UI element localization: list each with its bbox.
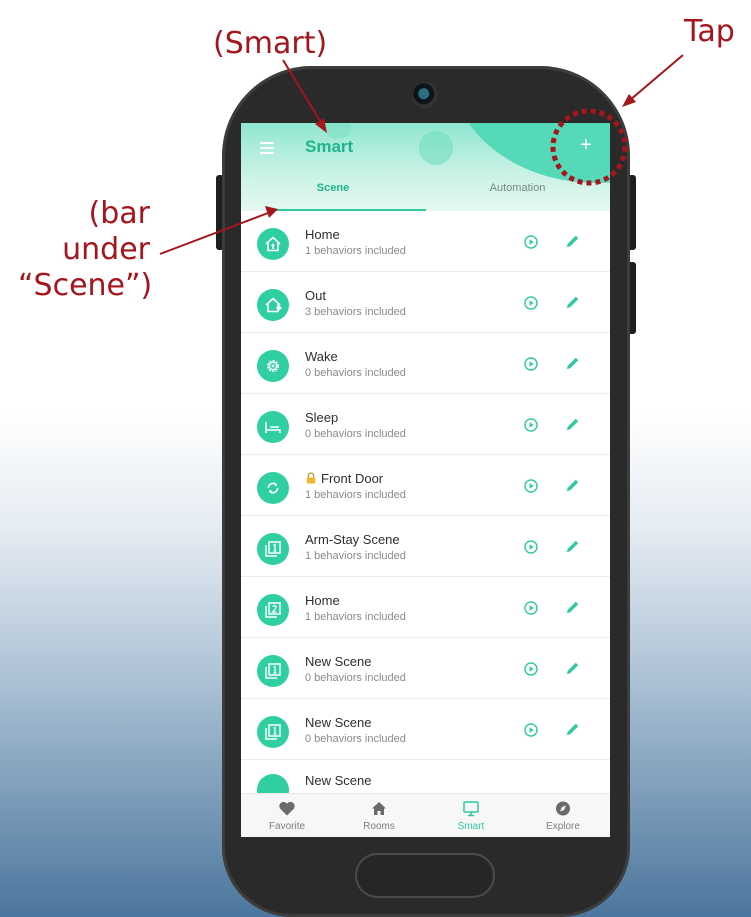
tab-automation[interactable]: Automation [425, 182, 610, 194]
annotation-smart: (Smart) [213, 26, 328, 61]
scene-row[interactable]: New Scene 0 behaviors included [241, 699, 610, 760]
play-icon[interactable] [524, 296, 538, 310]
scene-row[interactable]: Home 1 behaviors included [241, 577, 610, 638]
add-scene-button[interactable]: + [580, 133, 592, 157]
annotation-line: under [62, 232, 150, 267]
play-icon[interactable] [524, 235, 538, 249]
camera-icon [412, 82, 438, 108]
layers-1-icon [257, 533, 289, 565]
monitor-icon [463, 801, 479, 817]
scene-name: Arm-Stay Scene [305, 532, 400, 547]
nav-smart[interactable]: Smart [425, 794, 517, 837]
scene-name: New Scene [305, 715, 372, 730]
scene-name-text: Front Door [321, 471, 384, 486]
annotation-bar-under-scene: (bar under “Scene”) [18, 196, 153, 304]
scene-name: New Scene [305, 654, 372, 669]
lock-icon [306, 472, 316, 484]
scene-name: Front Door [305, 471, 383, 486]
app-header: Smart + Scene Automation [241, 123, 610, 211]
annotation-line: (bar [88, 196, 150, 231]
play-icon[interactable] [524, 357, 538, 371]
play-icon[interactable] [524, 418, 538, 432]
edit-pencil-icon[interactable] [565, 355, 581, 371]
scene-row[interactable]: Front Door 1 behaviors included [241, 455, 610, 516]
nav-label: Favorite [268, 821, 306, 832]
play-icon[interactable] [524, 601, 538, 615]
edit-pencil-icon[interactable] [565, 660, 581, 676]
layers-1-icon [257, 716, 289, 748]
scene-row[interactable]: Home 1 behaviors included [241, 211, 610, 272]
scene-row[interactable]: Out 3 behaviors included [241, 272, 610, 333]
bed-icon [257, 411, 289, 443]
edit-pencil-icon[interactable] [565, 599, 581, 615]
home-key[interactable] [355, 853, 495, 898]
scene-name: Home [305, 227, 340, 242]
scene-behaviors: 0 behaviors included [305, 672, 406, 684]
scene-name: Home [305, 593, 340, 608]
app-screen: Smart + Scene Automation Home 1 behavior… [241, 123, 610, 837]
annotation-line: “Scene”) [18, 268, 153, 303]
edit-pencil-icon[interactable] [565, 538, 581, 554]
scene-behaviors: 1 behaviors included [305, 611, 406, 623]
scene-row[interactable]: New Scene 0 behaviors included [241, 638, 610, 699]
nav-explore[interactable]: Explore [517, 794, 609, 837]
scene-behaviors: 1 behaviors included [305, 550, 406, 562]
scene-name: Wake [305, 349, 338, 364]
play-icon[interactable] [524, 662, 538, 676]
edit-pencil-icon[interactable] [565, 477, 581, 493]
nav-rooms[interactable]: Rooms [333, 794, 425, 837]
nav-favorite[interactable]: Favorite [241, 794, 333, 837]
nav-label: Smart [457, 821, 485, 832]
edit-pencil-icon[interactable] [565, 416, 581, 432]
scene-row[interactable]: Wake 0 behaviors included [241, 333, 610, 394]
scene-name: New Scene [305, 773, 372, 788]
scene-behaviors: 3 behaviors included [305, 306, 406, 318]
heart-icon [279, 801, 295, 816]
edit-pencil-icon[interactable] [565, 294, 581, 310]
bottom-navigation: Favorite Rooms Smart Explore [241, 793, 610, 837]
scene-name: Sleep [305, 410, 339, 425]
edit-pencil-icon[interactable] [565, 233, 581, 249]
scene-name: Out [305, 288, 326, 303]
play-icon[interactable] [524, 479, 538, 493]
layers-2-icon [257, 594, 289, 626]
nav-label: Rooms [363, 821, 395, 832]
tab-scene[interactable]: Scene [241, 182, 425, 194]
scene-row[interactable]: Arm-Stay Scene 1 behaviors included [241, 516, 610, 577]
play-icon[interactable] [524, 540, 538, 554]
edit-pencil-icon[interactable] [565, 721, 581, 737]
scene-behaviors: 0 behaviors included [305, 367, 406, 379]
compass-icon [556, 801, 570, 816]
scene-row[interactable]: Sleep 0 behaviors included [241, 394, 610, 455]
scene-list[interactable]: Home 1 behaviors included Out 3 behavior… [241, 211, 610, 806]
layers-1-icon [257, 655, 289, 687]
scene-behaviors: 1 behaviors included [305, 489, 406, 501]
house-out-icon [257, 289, 289, 321]
scene-behaviors: 0 behaviors included [305, 428, 406, 440]
play-icon[interactable] [524, 723, 538, 737]
nav-label: Explore [546, 821, 580, 832]
gear-icon [257, 350, 289, 382]
house-icon [257, 228, 289, 260]
hamburger-menu-icon[interactable] [260, 142, 274, 154]
page-title: Smart [305, 137, 354, 156]
scene-behaviors: 0 behaviors included [305, 733, 406, 745]
annotation-tap: Tap [684, 14, 735, 49]
sync-icon [257, 472, 289, 504]
home-icon [372, 802, 386, 815]
header-decoration [419, 131, 453, 165]
scene-behaviors: 1 behaviors included [305, 245, 406, 257]
